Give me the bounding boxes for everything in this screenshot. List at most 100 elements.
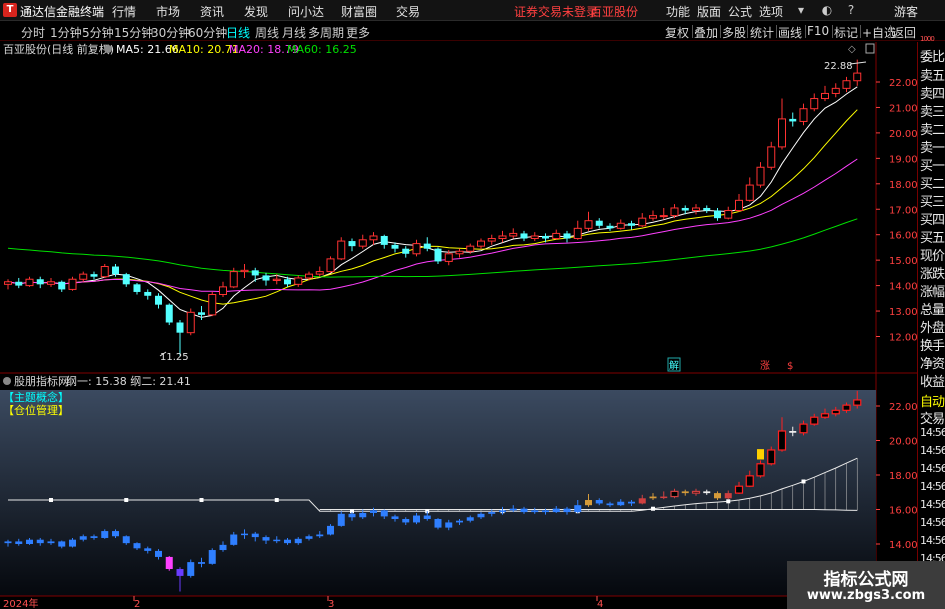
indicator-candle-body: [316, 534, 324, 537]
tab-weekly[interactable]: 周线: [255, 24, 279, 41]
panel-net-assets[interactable]: 净资: [920, 353, 945, 372]
candle-body: [756, 166, 765, 186]
menu-quotes[interactable]: 行情: [112, 3, 136, 20]
price-tick-label: 16.00: [889, 231, 917, 242]
back-button[interactable]: 返回: [892, 24, 916, 41]
indicator-node: [651, 506, 655, 511]
indicator-candle-body: [745, 475, 754, 487]
download-icon[interactable]: ▾: [793, 1, 809, 19]
candle-body: [272, 278, 281, 282]
menu-layout[interactable]: 版面: [697, 3, 721, 20]
menu-options[interactable]: 选项: [759, 3, 783, 20]
menu-trade[interactable]: 交易: [396, 3, 420, 20]
draw-line-button[interactable]: 画线: [778, 24, 802, 41]
indicator-candle-body: [402, 518, 410, 523]
candle-body: [144, 291, 152, 296]
ma60-line: [7, 218, 858, 278]
panel-change-pct[interactable]: 涨幅: [920, 281, 945, 300]
panel-sell1[interactable]: 卖一: [920, 137, 945, 156]
indicator-tick-label: 14.00: [889, 540, 917, 551]
tab-multi-period[interactable]: 多周期: [308, 24, 344, 41]
menu-function[interactable]: 功能: [666, 3, 690, 20]
indicator-candle-body: [595, 500, 603, 504]
skin-icon[interactable]: ◐: [819, 1, 835, 19]
indicator-candle-body: [79, 536, 87, 540]
tab-30min[interactable]: 30分钟: [151, 24, 190, 41]
panel-buy1[interactable]: 买一: [920, 155, 945, 174]
panel-buy5[interactable]: 买五: [920, 227, 945, 246]
indicator-candle-body: [585, 500, 592, 506]
marker-dividend[interactable]: $: [787, 361, 793, 372]
panel-turnover[interactable]: 换手: [920, 335, 945, 354]
panel-buy2[interactable]: 买二: [920, 173, 945, 192]
panel-earnings[interactable]: 收益: [920, 371, 945, 390]
overlay-button[interactable]: 叠加: [694, 24, 718, 41]
indicator-settings-icon[interactable]: [3, 377, 11, 385]
indicator-candle-body: [767, 449, 776, 465]
panel-commission-ratio[interactable]: 委比: [920, 46, 945, 65]
indicator-candle-body: [552, 508, 560, 513]
trade-login-notice[interactable]: 证券交易未登录: [514, 3, 598, 20]
indicator-candle-body: [69, 539, 76, 547]
tab-5min[interactable]: 5分钟: [82, 24, 114, 41]
f10-button[interactable]: F10: [807, 24, 829, 38]
tab-monthly[interactable]: 月线: [282, 24, 306, 41]
user-label[interactable]: 游客: [894, 3, 918, 20]
tag-position: 【仓位管理】: [3, 403, 69, 417]
help-icon[interactable]: ?: [843, 1, 859, 19]
menu-discover[interactable]: 发现: [244, 3, 268, 20]
candle-body: [402, 248, 410, 254]
tick-time: 14:56: [920, 498, 945, 511]
indicator-node: [49, 498, 53, 503]
candle-body: [4, 281, 12, 285]
tab-timeline[interactable]: 分时: [21, 24, 45, 41]
panel-volume[interactable]: 总量: [920, 299, 945, 318]
indicator-tick-label: 16.00: [889, 506, 917, 517]
tab-60min[interactable]: 60分钟: [188, 24, 227, 41]
tab-daily[interactable]: 日线: [226, 24, 250, 41]
diamond-icon[interactable]: ◇: [848, 44, 856, 55]
candle-body: [165, 304, 173, 323]
ma-settings-icon[interactable]: [104, 45, 112, 53]
indicator-candle-body: [466, 517, 474, 521]
indicator-candle-body: [337, 513, 345, 526]
indicator-candle-body: [327, 525, 334, 535]
menu-wealth[interactable]: 财富圈: [341, 3, 377, 20]
adjust-button[interactable]: 复权: [665, 24, 689, 41]
tab-15min[interactable]: 15分钟: [114, 24, 153, 41]
candle-body: [767, 146, 776, 168]
indicator-signal-bar: [757, 449, 764, 460]
panel-outer-volume[interactable]: 外盘: [920, 317, 945, 336]
tab-more[interactable]: 更多: [346, 24, 370, 41]
kline-chart[interactable]: 百亚股份(日线 前复权) MA5: 21.66 MA10: 20.71 MA20…: [0, 42, 917, 609]
marker-limit-up[interactable]: 涨: [760, 360, 770, 372]
price-tick-label: 12.00: [889, 333, 917, 344]
axis-marks: 22.00 21.00 20.00 19.00 18.00 17.00 16.00 15.00…: [876, 78, 917, 551]
indicator-candle-body: [380, 510, 388, 517]
stats-button[interactable]: 统计: [750, 24, 774, 41]
candle-body: [133, 284, 141, 292]
indicator-candle-body: [208, 550, 216, 564]
menu-formula[interactable]: 公式: [728, 3, 752, 20]
menu-news[interactable]: 资讯: [200, 3, 224, 20]
panel-sell2[interactable]: 卖二: [920, 119, 945, 138]
panel-trade[interactable]: 交易: [920, 408, 945, 427]
mark-button[interactable]: 标记: [834, 24, 858, 41]
panel-sell5[interactable]: 卖五: [920, 65, 945, 84]
tab-1min[interactable]: 1分钟: [50, 24, 82, 41]
panel-sell4[interactable]: 卖四: [920, 83, 945, 102]
panel-buy4[interactable]: 买四: [920, 209, 945, 228]
tick-time: 14:56: [920, 462, 945, 475]
indicator-candle-body: [434, 518, 442, 528]
panel-buy3[interactable]: 买三: [920, 191, 945, 210]
menu-market[interactable]: 市场: [156, 3, 180, 20]
indicator-node: [124, 498, 129, 503]
menu-ask[interactable]: 问小达: [288, 3, 324, 20]
multi-stock-button[interactable]: 多股: [722, 24, 746, 41]
panel-change[interactable]: 涨跌: [920, 263, 945, 282]
panel-current-price[interactable]: 现价: [920, 245, 945, 264]
window-expand-icon[interactable]: [865, 43, 875, 54]
indicator-candle-body: [370, 510, 377, 513]
candle-body: [380, 235, 388, 245]
panel-sell3[interactable]: 卖三: [920, 101, 945, 120]
